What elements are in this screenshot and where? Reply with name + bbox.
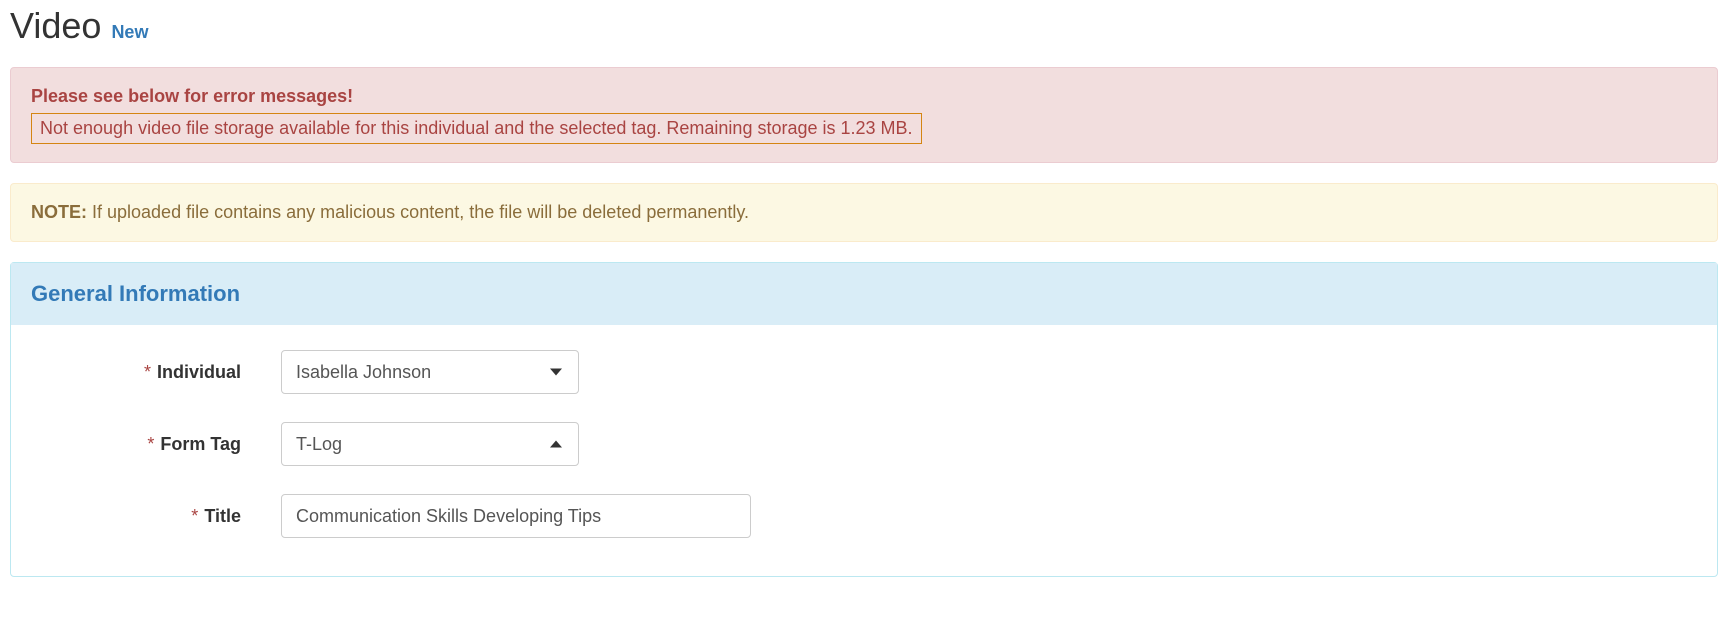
form-tag-label-text: Form Tag [160,434,241,454]
page-header: Video New [10,0,1718,67]
warning-alert: NOTE: If uploaded file contains any mali… [10,183,1718,242]
error-alert: Please see below for error messages! Not… [10,67,1718,163]
caret-up-icon [550,441,562,448]
panel-title: General Information [31,281,1697,307]
form-tag-select-value: T-Log [296,434,342,455]
individual-label: * Individual [31,362,281,383]
title-label: * Title [31,506,281,527]
error-alert-message: Not enough video file storage available … [31,113,922,144]
panel-body: * Individual Isabella Johnson * Form Tag T… [11,325,1717,576]
title-input[interactable] [281,494,751,538]
page-title: Video [10,5,101,47]
error-alert-heading: Please see below for error messages! [31,86,1697,107]
individual-label-text: Individual [157,362,241,382]
warning-alert-label: NOTE: [31,202,87,222]
form-row-title: * Title [31,494,1697,538]
panel-header: General Information [11,263,1717,325]
title-label-text: Title [204,506,241,526]
general-info-panel: General Information * Individual Isabella… [10,262,1718,577]
required-mark: * [147,434,154,454]
page-subtitle: New [111,22,148,43]
caret-down-icon [550,369,562,376]
warning-alert-text: If uploaded file contains any malicious … [87,202,749,222]
form-row-individual: * Individual Isabella Johnson [31,350,1697,394]
individual-select-value: Isabella Johnson [296,362,431,383]
individual-select[interactable]: Isabella Johnson [281,350,579,394]
form-tag-label: * Form Tag [31,434,281,455]
required-mark: * [191,506,198,526]
required-mark: * [144,362,151,382]
form-tag-select[interactable]: T-Log [281,422,579,466]
form-row-form-tag: * Form Tag T-Log [31,422,1697,466]
